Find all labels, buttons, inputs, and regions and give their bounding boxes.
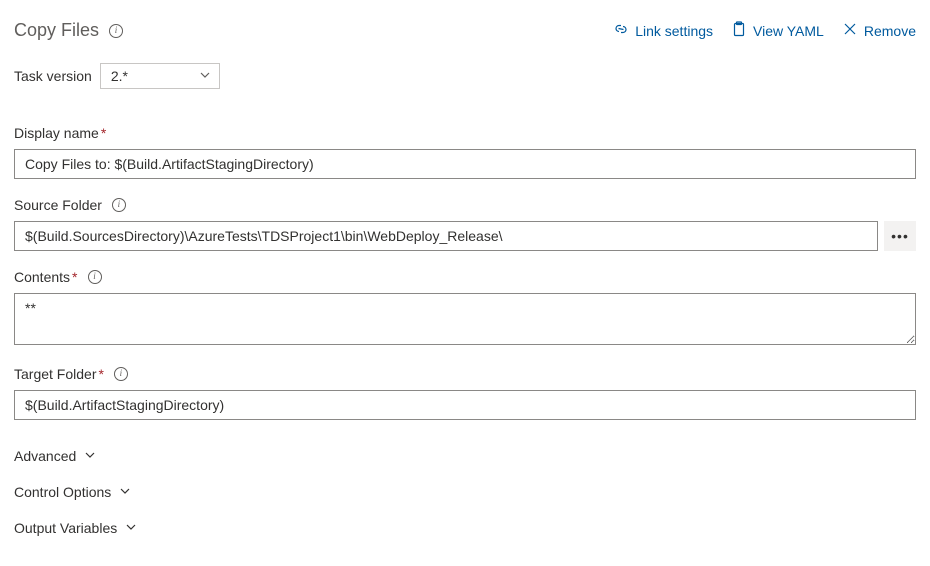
task-version-label: Task version xyxy=(14,68,92,84)
source-folder-input-row: ••• xyxy=(14,221,916,251)
clipboard-icon xyxy=(731,21,747,40)
chevron-down-icon xyxy=(119,484,131,500)
chevron-down-icon xyxy=(84,448,96,464)
remove-button[interactable]: Remove xyxy=(842,21,916,40)
view-yaml-button[interactable]: View YAML xyxy=(731,21,824,40)
advanced-label: Advanced xyxy=(14,448,76,464)
chevron-down-icon xyxy=(125,520,137,536)
target-folder-input[interactable] xyxy=(14,390,916,420)
contents-field: Contents* i xyxy=(14,269,916,348)
page-title: Copy Files xyxy=(14,20,99,41)
close-icon xyxy=(842,21,858,40)
task-version-value: 2.* xyxy=(111,68,128,84)
display-name-input[interactable] xyxy=(14,149,916,179)
info-icon[interactable]: i xyxy=(112,198,126,212)
field-label-row: Source Folder i xyxy=(14,197,916,213)
display-name-label: Display name* xyxy=(14,125,106,141)
source-folder-input[interactable] xyxy=(14,221,878,251)
link-settings-label: Link settings xyxy=(635,23,713,39)
title-section: Copy Files i xyxy=(14,20,123,41)
control-options-section[interactable]: Control Options xyxy=(14,474,916,510)
field-label-row: Target Folder* i xyxy=(14,366,916,382)
advanced-section[interactable]: Advanced xyxy=(14,438,916,474)
target-folder-label: Target Folder* xyxy=(14,366,104,382)
info-icon[interactable]: i xyxy=(109,24,123,38)
chevron-down-icon xyxy=(199,68,211,84)
source-folder-field: Source Folder i ••• xyxy=(14,197,916,251)
ellipsis-icon: ••• xyxy=(891,228,909,244)
browse-button[interactable]: ••• xyxy=(884,221,916,251)
info-icon[interactable]: i xyxy=(88,270,102,284)
control-options-label: Control Options xyxy=(14,484,111,500)
contents-input[interactable] xyxy=(14,293,916,345)
output-variables-section[interactable]: Output Variables xyxy=(14,510,916,546)
source-folder-label: Source Folder xyxy=(14,197,102,213)
link-settings-button[interactable]: Link settings xyxy=(613,21,713,40)
output-variables-label: Output Variables xyxy=(14,520,117,536)
remove-label: Remove xyxy=(864,23,916,39)
target-folder-field: Target Folder* i xyxy=(14,366,916,420)
task-version-select[interactable]: 2.* xyxy=(100,63,220,89)
contents-label: Contents* xyxy=(14,269,78,285)
field-label-row: Contents* i xyxy=(14,269,916,285)
view-yaml-label: View YAML xyxy=(753,23,824,39)
info-icon[interactable]: i xyxy=(114,367,128,381)
display-name-field: Display name* xyxy=(14,125,916,179)
header-row: Copy Files i Link settings View YAML xyxy=(14,20,916,41)
link-icon xyxy=(613,21,629,40)
task-version-row: Task version 2.* xyxy=(14,63,916,89)
header-actions: Link settings View YAML Remove xyxy=(613,21,916,40)
field-label-row: Display name* xyxy=(14,125,916,141)
